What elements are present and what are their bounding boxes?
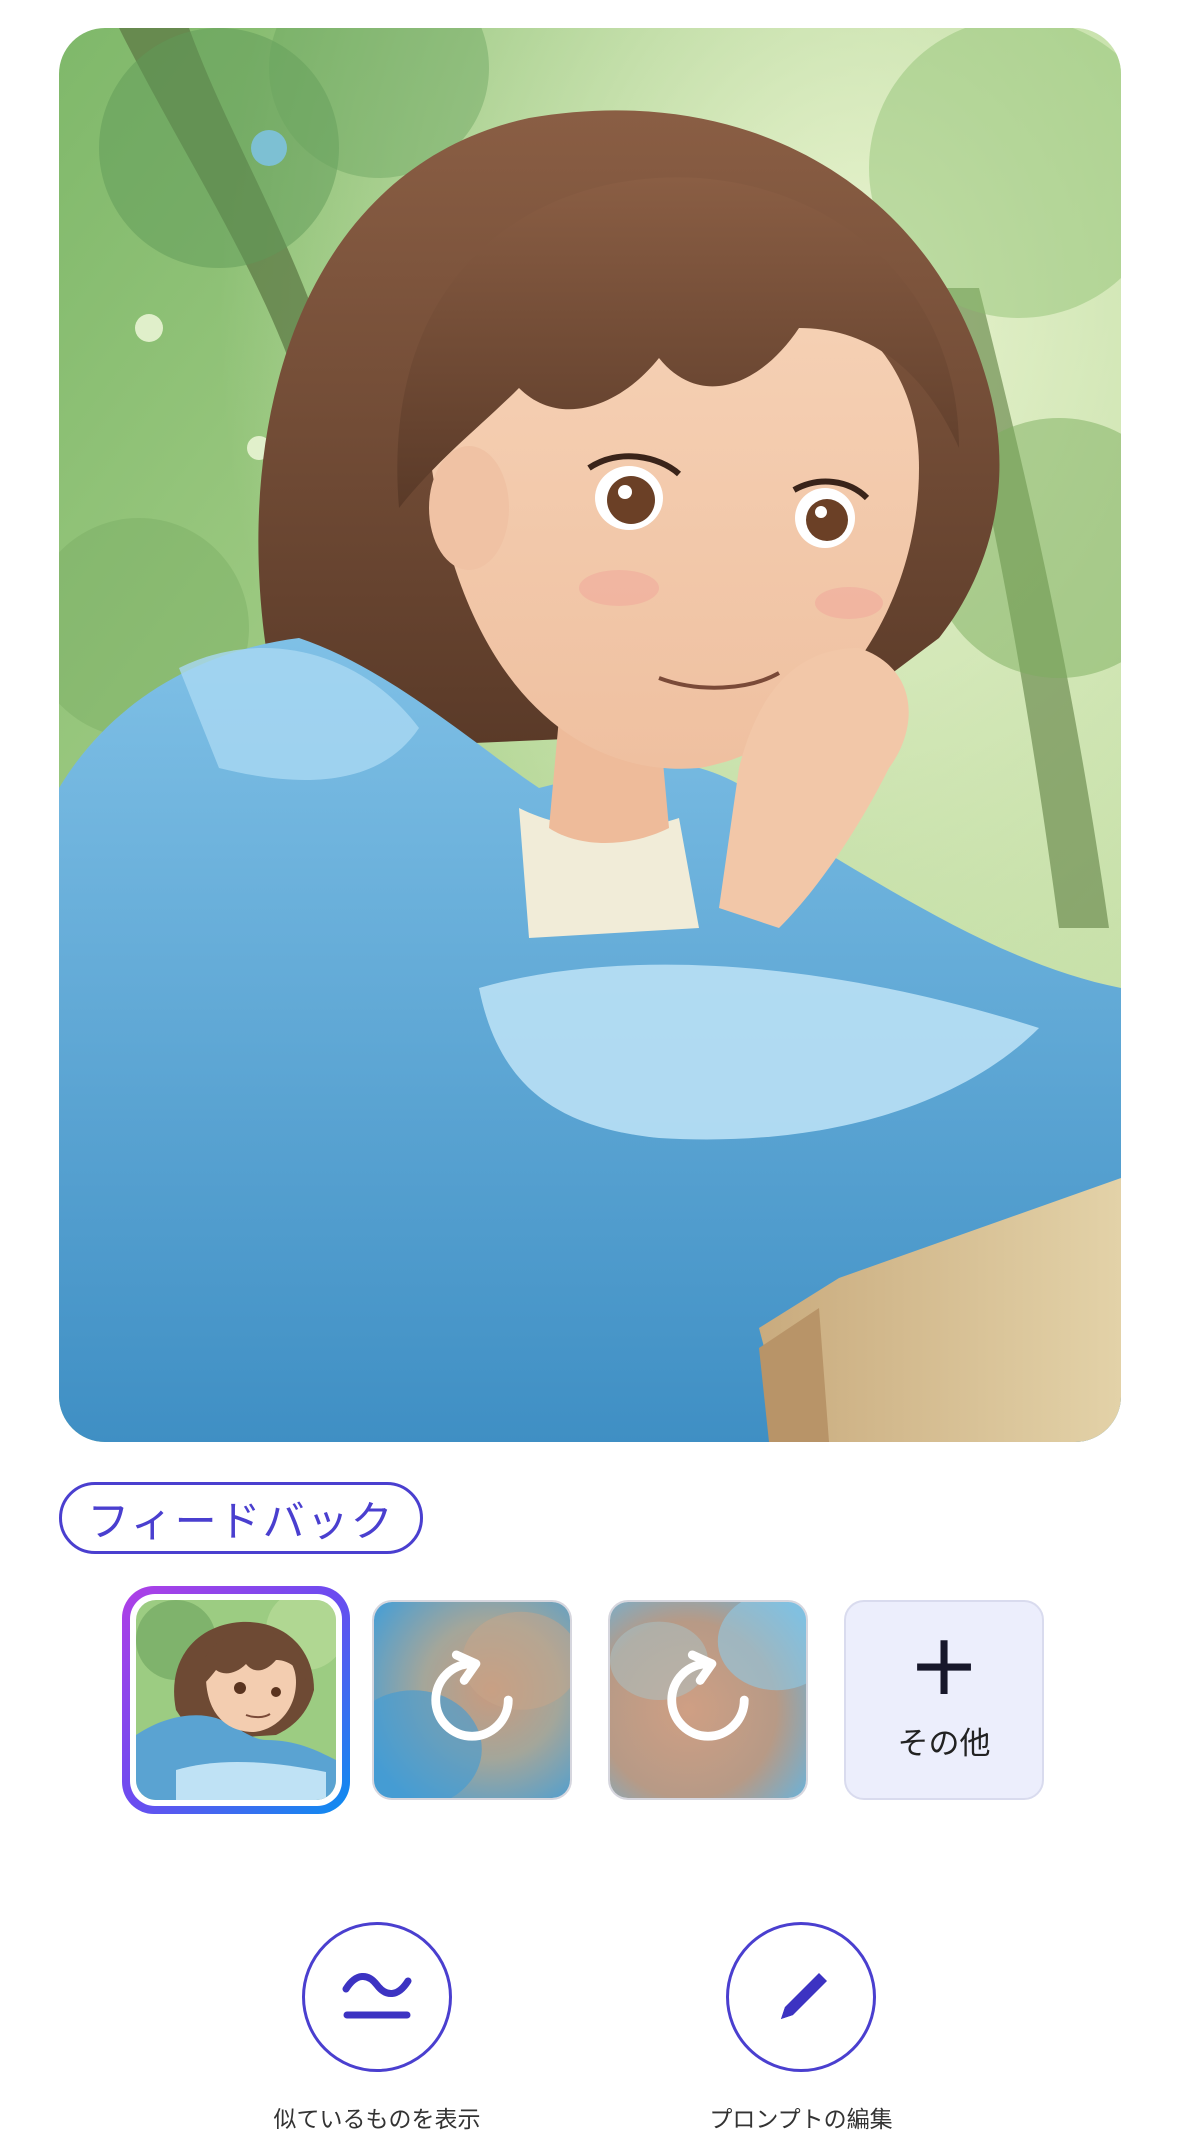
edit-prompt-button[interactable] (726, 1922, 876, 2072)
show-similar-label: 似ているものを表示 (273, 2107, 481, 2133)
plus-icon: + (907, 1614, 981, 1715)
pencil-icon (781, 1973, 827, 2019)
anime-girl-illustration (59, 28, 1121, 1442)
feedback-label: フィードバック (87, 1496, 395, 1546)
approx-equal-icon (342, 1973, 412, 2019)
edit-prompt-label: プロンプトの編集 (709, 2107, 893, 2133)
variant-thumbnail-selected[interactable] (122, 1586, 350, 1814)
variation-strip: + その他 (0, 1586, 1179, 1816)
selected-ring (130, 1594, 342, 1806)
variant-thumbnail-regenerate-1[interactable] (372, 1600, 572, 1800)
selected-thumbnail-image (136, 1600, 336, 1800)
show-similar-button[interactable] (302, 1922, 452, 2072)
image-result-screen: フィードバック + その他 似ているものを表示 プロンプトの編集 (0, 0, 1179, 2154)
more-variants-button[interactable]: + その他 (844, 1600, 1044, 1800)
feedback-button[interactable]: フィードバック (59, 1482, 423, 1554)
more-label: その他 (897, 1725, 991, 1762)
variant-thumbnail-regenerate-2[interactable] (608, 1600, 808, 1800)
generated-image[interactable] (59, 28, 1121, 1442)
